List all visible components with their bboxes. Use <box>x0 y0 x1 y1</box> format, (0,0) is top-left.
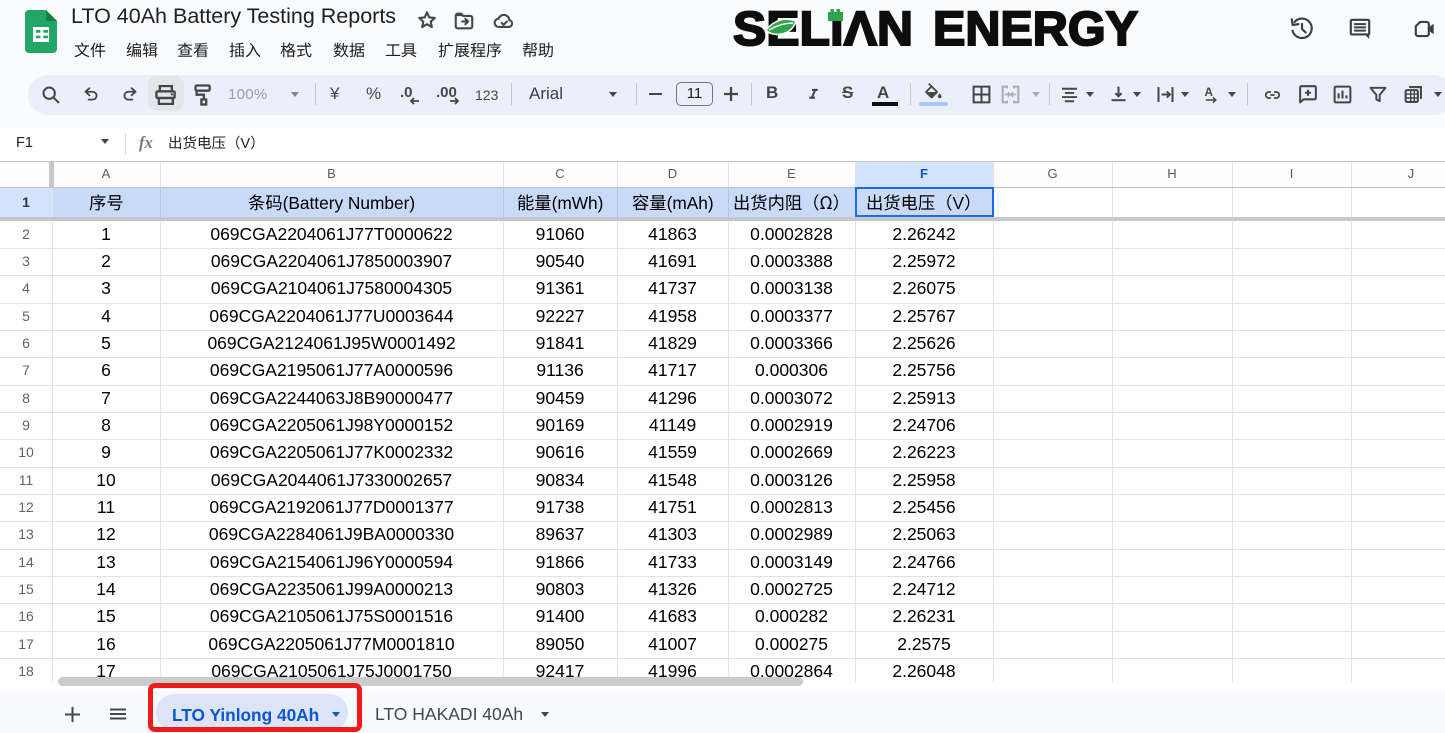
svg-text:SELıΛN: SELıΛN <box>733 3 913 52</box>
svg-text:ENERGY: ENERGY <box>933 3 1138 52</box>
svg-text:A: A <box>1205 86 1214 99</box>
svg-text:V: V <box>240 136 250 152</box>
svg-text:(Battery Number): (Battery Number) <box>282 193 415 213</box>
svg-text:(mWh): (mWh) <box>551 193 603 213</box>
svg-text:(mAh): (mAh) <box>666 193 713 213</box>
